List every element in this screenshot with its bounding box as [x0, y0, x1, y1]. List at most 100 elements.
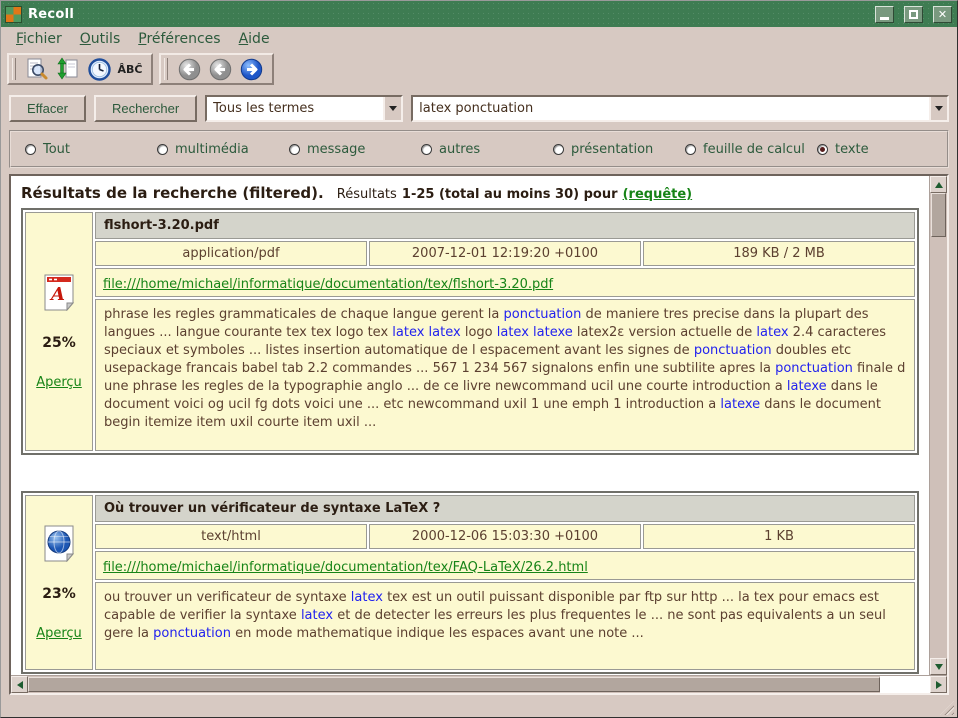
menu-fichier[interactable]: Fichier [7, 29, 71, 49]
scroll-down-button[interactable] [930, 658, 947, 675]
maximize-button[interactable] [904, 6, 923, 23]
history-button[interactable] [86, 57, 112, 81]
statusbar [1, 695, 957, 717]
maximize-icon [909, 10, 918, 19]
result-title: Où trouver un vérificateur de syntaxe La… [95, 495, 915, 522]
relevance-percent: 23% [42, 586, 76, 602]
minimize-icon [880, 17, 889, 20]
filter-tout[interactable]: Tout [25, 142, 157, 157]
result-snippet: phrase les regles grammaticales de chaqu… [95, 299, 915, 451]
toolbar-drag-handle[interactable] [12, 58, 16, 80]
result-size: 189 KB / 2 MB [643, 241, 915, 266]
filter-label: présentation [571, 142, 653, 157]
close-button[interactable]: ✕ [933, 6, 952, 23]
menubar: Fichier Outils Préférences Aide [1, 27, 957, 51]
menu-preferences[interactable]: Préférences [129, 29, 229, 49]
chevron-down-icon [389, 106, 397, 111]
search-mode-dropdown-button[interactable] [383, 97, 401, 120]
search-history-dropdown-button[interactable] [929, 97, 947, 120]
radio-icon[interactable] [25, 144, 36, 155]
sort-by-date-button[interactable] [55, 57, 81, 81]
pdf-file-icon: A [42, 273, 76, 311]
preview-link[interactable]: Aperçu [36, 626, 82, 641]
result-meta-row: text/html 2000-12-06 15:03:30 +0100 1 KB [95, 524, 915, 549]
search-mode-select[interactable]: Tous les termes [205, 95, 403, 122]
radio-icon[interactable] [289, 144, 300, 155]
result-date: 2000-12-06 15:03:30 +0100 [369, 524, 641, 549]
preview-document-button[interactable] [24, 57, 50, 81]
query-link[interactable]: (requête) [623, 187, 693, 202]
arrow-down-icon [935, 664, 943, 670]
term-explorer-button[interactable]: ÂBĈ [117, 57, 143, 81]
horizontal-scrollbar[interactable] [11, 675, 947, 693]
scroll-up-button[interactable] [930, 176, 947, 193]
filter-multimedia[interactable]: multimédia [157, 142, 289, 157]
result-url-row: file:///home/michael/informatique/docume… [95, 551, 915, 580]
first-page-button[interactable] [176, 57, 202, 81]
result-mime: text/html [95, 524, 367, 549]
results-title: Résultats de la recherche (filtered). [21, 184, 324, 202]
menu-outils[interactable]: Outils [71, 29, 129, 49]
document-search-icon [25, 57, 49, 81]
vertical-scrollbar-track[interactable] [930, 237, 947, 658]
filter-label: multimédia [175, 142, 249, 157]
result-side-panel: A 25% Aperçu [25, 212, 93, 451]
titlebar[interactable]: Recoll ✕ [1, 1, 957, 27]
result-title: flshort-3.20.pdf [95, 212, 915, 239]
search-input[interactable]: latex ponctuation [413, 101, 929, 116]
next-page-button[interactable] [238, 57, 264, 81]
vertical-scrollbar[interactable] [929, 176, 947, 675]
result-url-row: file:///home/michael/informatique/docume… [95, 268, 915, 297]
arrow-left-disabled-icon-2 [209, 58, 232, 81]
results-area: Résultats de la recherche (filtered). Ré… [9, 174, 949, 695]
radio-icon[interactable] [817, 144, 828, 155]
vertical-scrollbar-thumb[interactable] [931, 193, 946, 237]
svg-text:A: A [49, 284, 65, 305]
filter-autres[interactable]: autres [421, 142, 553, 157]
horizontal-scrollbar-thumb[interactable] [28, 677, 880, 692]
filter-texte[interactable]: texte [817, 142, 869, 157]
result-url-link[interactable]: file:///home/michael/informatique/docume… [103, 560, 588, 575]
resize-grip[interactable] [940, 701, 954, 715]
menu-aide[interactable]: Aide [230, 29, 279, 49]
close-icon: ✕ [938, 9, 947, 20]
preview-link[interactable]: Aperçu [36, 375, 82, 390]
scroll-right-button[interactable] [930, 676, 947, 693]
toolbar-group-nav [159, 53, 274, 85]
results-count-label: Résultats [337, 187, 397, 202]
clear-button[interactable]: Effacer [9, 95, 86, 122]
filter-presentation[interactable]: présentation [553, 142, 685, 157]
arrow-right-icon [936, 681, 942, 689]
toolbar-drag-handle-2[interactable] [164, 58, 168, 80]
toolbar: ÂBĈ [1, 51, 957, 87]
radio-icon[interactable] [157, 144, 168, 155]
app-icon [6, 7, 21, 22]
result-date: 2007-12-01 12:19:20 +0100 [369, 241, 641, 266]
radio-icon[interactable] [553, 144, 564, 155]
horizontal-scrollbar-track[interactable] [880, 676, 930, 693]
radio-icon[interactable] [421, 144, 432, 155]
result-details: Où trouver un vérificateur de syntaxe La… [95, 495, 915, 670]
clock-icon [88, 58, 111, 81]
term-explorer-icon: ÂBĈ [118, 63, 143, 76]
search-mode-value: Tous les termes [207, 101, 383, 116]
html-file-icon [42, 524, 76, 562]
search-button[interactable]: Rechercher [94, 95, 197, 122]
filter-label: feuille de calcul [703, 142, 805, 157]
filter-message[interactable]: message [289, 142, 421, 157]
arrow-up-icon [935, 182, 943, 188]
minimize-button[interactable] [875, 6, 894, 23]
filter-label: Tout [43, 142, 70, 157]
results-list: Résultats de la recherche (filtered). Ré… [11, 176, 929, 675]
previous-page-button[interactable] [207, 57, 233, 81]
search-query-combobox[interactable]: latex ponctuation [411, 95, 949, 122]
filter-label: texte [835, 142, 869, 157]
result-mime: application/pdf [95, 241, 367, 266]
filter-label: autres [439, 142, 480, 157]
radio-icon[interactable] [685, 144, 696, 155]
filter-feuille-de-calcul[interactable]: feuille de calcul [685, 142, 817, 157]
scroll-left-button[interactable] [11, 676, 28, 693]
result-url-link[interactable]: file:///home/michael/informatique/docume… [103, 277, 553, 292]
arrow-right-icon [240, 58, 263, 81]
result-meta-row: application/pdf 2007-12-01 12:19:20 +010… [95, 241, 915, 266]
